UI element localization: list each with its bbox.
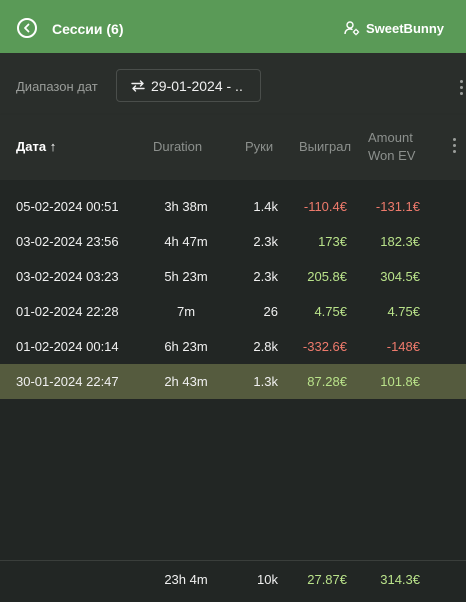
cell-won-ev: 304.5€	[380, 269, 420, 284]
cell-won: 173€	[318, 234, 347, 249]
cell-date: 01-02-2024 22:28	[16, 304, 119, 319]
swap-arrows-icon	[131, 79, 145, 92]
column-amount-won-ev[interactable]: Amount Won EV	[368, 129, 415, 165]
total-duration: 23h 4m	[164, 572, 208, 587]
cell-hands: 1.3k	[253, 374, 278, 389]
cell-duration: 6h 23m	[164, 339, 208, 354]
cell-hands: 2.3k	[253, 234, 278, 249]
cell-duration: 2h 43m	[164, 374, 208, 389]
cell-won-ev: 182.3€	[380, 234, 420, 249]
cell-duration: 3h 38m	[164, 199, 208, 214]
filter-bar: Диапазон дат 29-01-2024 - ..	[0, 53, 466, 115]
table-row[interactable]: 03-02-2024 03:23 5h 23m 2.3k 205.8€ 304.…	[0, 259, 466, 294]
column-won[interactable]: Выиграл	[299, 139, 351, 154]
user-menu[interactable]: SweetBunny	[344, 20, 444, 36]
date-range-label: Диапазон дат	[16, 79, 98, 94]
total-hands: 10k	[257, 572, 278, 587]
cell-hands: 1.4k	[253, 199, 278, 214]
table-row[interactable]: 03-02-2024 23:56 4h 47m 2.3k 173€ 182.3€	[0, 224, 466, 259]
table-header: Дата ↑ Duration Руки Выиграл Amount Won …	[0, 115, 466, 180]
table-row[interactable]: 01-02-2024 00:14 6h 23m 2.8k -332.6€ -14…	[0, 329, 466, 364]
cell-won: 4.75€	[314, 304, 347, 319]
total-won-ev: 314.3€	[380, 572, 420, 587]
cell-duration: 7m	[176, 304, 196, 319]
date-range-value: 29-01-2024 - ..	[151, 77, 243, 94]
table-totals: 23h 4m 10k 27.87€ 314.3€	[0, 560, 466, 602]
cell-won-ev: -131.1€	[375, 199, 420, 214]
cell-date: 01-02-2024 00:14	[16, 339, 119, 354]
cell-hands: 2.3k	[253, 269, 278, 284]
kebab-menu-icon	[459, 79, 463, 83]
kebab-menu-icon	[452, 137, 456, 141]
cell-duration: 4h 47m	[164, 234, 208, 249]
user-name: SweetBunny	[365, 20, 444, 36]
user-settings-icon	[344, 21, 360, 36]
cell-date: 30-01-2024 22:47	[16, 374, 119, 389]
table-row[interactable]: 05-02-2024 00:51 3h 38m 1.4k -110.4€ -13…	[0, 189, 466, 224]
back-button[interactable]	[17, 18, 37, 38]
total-won: 27.87€	[307, 572, 347, 587]
cell-duration: 5h 23m	[164, 269, 208, 284]
back-arrow-icon	[24, 23, 30, 33]
cell-hands: 2.8k	[253, 339, 278, 354]
cell-won: 87.28€	[307, 374, 347, 389]
table-row[interactable]: 01-02-2024 22:28 7m 26 4.75€ 4.75€	[0, 294, 466, 329]
cell-won-ev: 4.75€	[387, 304, 420, 319]
column-date[interactable]: Дата ↑	[16, 139, 56, 154]
cell-won: -332.6€	[302, 339, 347, 354]
cell-hands: 26	[263, 304, 278, 319]
cell-won-ev: -148€	[386, 339, 420, 354]
cell-won: -110.4€	[303, 199, 347, 214]
cell-date: 03-02-2024 03:23	[16, 269, 119, 284]
filter-menu-button[interactable]	[456, 77, 466, 97]
cell-won-ev: 101.8€	[380, 374, 420, 389]
column-duration[interactable]: Duration	[153, 139, 202, 154]
page-title: Сессии (6)	[52, 21, 124, 37]
table-row-selected[interactable]: 30-01-2024 22:47 2h 43m 1.3k 87.28€ 101.…	[0, 364, 466, 399]
app-header: Сессии (6) SweetBunny	[0, 0, 466, 53]
cell-date: 05-02-2024 00:51	[16, 199, 119, 214]
column-hands[interactable]: Руки	[245, 139, 273, 154]
date-range-button[interactable]: 29-01-2024 - ..	[116, 69, 261, 102]
table-body: 05-02-2024 00:51 3h 38m 1.4k -110.4€ -13…	[0, 180, 466, 560]
sort-arrow-icon: ↑	[49, 139, 57, 154]
cell-won: 205.8€	[307, 269, 347, 284]
column-menu-button[interactable]	[449, 135, 459, 155]
cell-date: 03-02-2024 23:56	[16, 234, 119, 249]
